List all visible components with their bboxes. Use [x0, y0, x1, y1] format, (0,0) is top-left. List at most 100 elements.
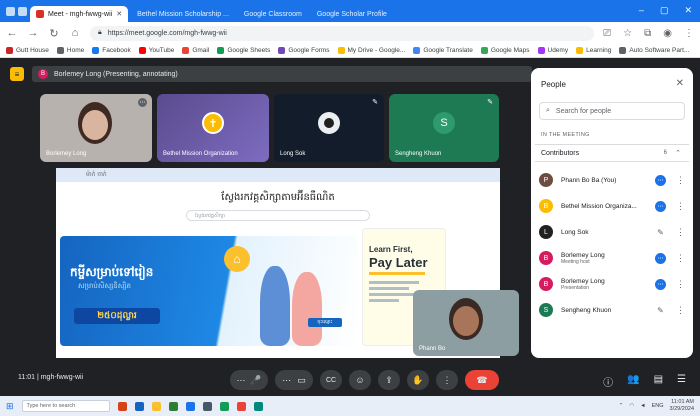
menu-icon[interactable]: ⋮: [684, 28, 694, 39]
contributors-group[interactable]: Contributors 6 ⌃: [535, 144, 689, 162]
participant-row[interactable]: B Borlemey Long Meeting host ⋯ ⋮: [539, 246, 687, 270]
bookmark-item[interactable]: Home: [56, 47, 84, 54]
participant-tile[interactable]: ⋯ Borlemey Long: [40, 94, 152, 162]
taskbar-search-input[interactable]: Type here to search: [21, 400, 110, 412]
bookmark-item[interactable]: Google Forms: [278, 47, 330, 54]
bookmark-item[interactable]: Facebook: [92, 47, 131, 54]
taskbar: ⊞ Type here to search ⌃ ◠ ◄ ENG 11:01 AM…: [0, 396, 700, 416]
cast-icon[interactable]: ⎚: [603, 28, 611, 39]
more-vert-icon[interactable]: ⋮: [676, 201, 685, 212]
taskbar-app-icon[interactable]: [117, 401, 127, 411]
star-icon[interactable]: ☆: [623, 28, 632, 39]
participant-row[interactable]: L Long Sok ✎ ⋮: [539, 220, 687, 244]
taskbar-app-icon[interactable]: [202, 401, 212, 411]
participant-face: [82, 110, 108, 140]
taskbar-app-icon[interactable]: [151, 401, 161, 411]
avatar: S: [539, 303, 553, 317]
bookmark-item[interactable]: Learning: [576, 47, 611, 54]
taskbar-app-icon[interactable]: [253, 401, 263, 411]
emoji-button[interactable]: ☺: [349, 370, 371, 390]
bookmark-item[interactable]: Gutt House: [6, 47, 49, 54]
bookmark-item[interactable]: Auto Software Part...: [619, 47, 689, 54]
bookmark-item[interactable]: Udemy: [537, 47, 568, 54]
captions-button[interactable]: CC: [320, 370, 342, 390]
bookmark-item[interactable]: My Drive - Google...: [337, 47, 405, 54]
participant-row[interactable]: P Phann Bo Ba (You) ⋯ ⋮: [539, 168, 687, 192]
taskbar-app-icon[interactable]: [168, 401, 178, 411]
people-search-input[interactable]: ⌕ Search for people: [539, 102, 685, 120]
taskbar-app-icon[interactable]: [134, 401, 144, 411]
mic-toggle-button[interactable]: ⋯ 🎤: [230, 370, 268, 390]
participant-tile[interactable]: ✎ Long Sok: [274, 94, 384, 162]
participant-row[interactable]: B Bethel Mission Organiza... ⋯ ⋮: [539, 194, 687, 218]
tab-scholar[interactable]: Google Scholar Profile: [311, 6, 393, 22]
raise-hand-button[interactable]: ✋: [407, 370, 429, 390]
reload-icon[interactable]: ↻: [48, 27, 60, 40]
volume-icon[interactable]: ◄: [640, 403, 645, 409]
extensions-icon[interactable]: ⧉: [644, 28, 651, 39]
chevron-up-icon[interactable]: ⌃: [675, 149, 681, 157]
forward-icon[interactable]: →: [27, 27, 39, 39]
slide-header: ម៉ាក់ ចាក់: [56, 168, 500, 182]
window-controls: – ▢ ✕: [639, 5, 692, 16]
camera-toggle-button[interactable]: ⋯ ▭: [275, 370, 313, 390]
profile-icon[interactable]: ◉: [663, 28, 672, 39]
present-button[interactable]: ⇪: [378, 370, 400, 390]
more-vert-icon[interactable]: ⋮: [676, 279, 685, 290]
close-window-icon[interactable]: ✕: [684, 5, 692, 16]
minimize-icon[interactable]: –: [639, 5, 644, 16]
bookmark-item[interactable]: Google Translate: [413, 47, 473, 54]
bookmark-item[interactable]: Gmail: [182, 47, 209, 54]
wifi-icon[interactable]: ◠: [629, 403, 634, 409]
tab-bethel[interactable]: Bethel Mission Scholarship ...: [131, 6, 235, 22]
more-vert-icon[interactable]: ⋮: [676, 253, 685, 264]
url-input[interactable]: 🔒︎ https://meet.google.com/mgh-fwwg-wii: [90, 25, 595, 41]
slide-search-input: ស្វែងរកវគ្គសិក្សា: [186, 210, 370, 221]
hand-icon: ✋: [412, 374, 424, 385]
tab-meet[interactable]: Meet - mgh-fwwg-wii ✕: [30, 6, 129, 22]
activities-icon[interactable]: ☰: [677, 374, 686, 389]
taskbar-app-icon[interactable]: [219, 401, 229, 411]
more-options-icon[interactable]: ⋯: [138, 98, 147, 107]
info-icon[interactable]: ⓘ: [603, 374, 613, 389]
emoji-icon: ☺: [355, 375, 365, 385]
people-icon[interactable]: 👥: [627, 374, 639, 389]
back-icon[interactable]: ←: [6, 27, 18, 39]
present-icon: ⇪: [385, 374, 393, 385]
self-view-tile[interactable]: Phann Bo: [413, 290, 519, 356]
windows-start-icon[interactable]: ⊞: [6, 401, 14, 412]
participant-tile[interactable]: ✝ Bethel Mission Organization: [157, 94, 269, 162]
bookmark-item[interactable]: Google Maps: [480, 47, 530, 54]
language-indicator[interactable]: ENG: [652, 403, 664, 409]
close-icon[interactable]: ✕: [116, 10, 122, 18]
tab-classroom[interactable]: Google Classroom: [238, 6, 308, 22]
tab-search-icon[interactable]: [18, 6, 27, 16]
participant-row[interactable]: S Sengheng Khuon ✎ ⋮: [539, 298, 687, 322]
chevron-up-icon[interactable]: ⌃: [619, 403, 624, 409]
participant-row[interactable]: B Borlemey Long Presentation ⋯ ⋮: [539, 272, 687, 296]
more-vert-icon[interactable]: ⋮: [676, 305, 685, 316]
home-icon[interactable]: ⌂: [69, 27, 81, 39]
bookmark-item[interactable]: YouTube: [138, 47, 174, 54]
bookmark-item[interactable]: Google Sheets: [217, 47, 270, 54]
participant-count: 6: [663, 150, 667, 156]
window-menu-icon[interactable]: [6, 6, 15, 16]
end-call-button[interactable]: ☎: [465, 370, 499, 390]
loan-banner: ⌂ កម្ចីសម្រាប់ទៅរៀន សម្រាប់សិស្សនិស្សិត …: [60, 236, 358, 346]
mic-off-icon: ✎: [487, 99, 493, 106]
taskbar-clock[interactable]: 11:01 AM 3/29/2024: [670, 399, 694, 413]
taskbar-app-icon[interactable]: [185, 401, 195, 411]
more-vert-icon[interactable]: ⋮: [676, 175, 685, 186]
search-icon: ⌕: [546, 107, 550, 114]
close-icon[interactable]: ✕: [676, 78, 684, 89]
register-button: ចុះឈ្មោះ: [308, 318, 342, 327]
address-bar: ← → ↻ ⌂ 🔒︎ https://meet.google.com/mgh-f…: [0, 22, 700, 44]
taskbar-app-icon[interactable]: [236, 401, 246, 411]
participant-tile[interactable]: S ✎ Sengheng Khuon: [389, 94, 499, 162]
toolbar-icons: ⎚ ☆ ⧉ ◉ ⋮: [603, 28, 694, 39]
more-vert-icon[interactable]: ⋮: [676, 227, 685, 238]
chat-icon[interactable]: ▤: [654, 374, 663, 389]
camera-icon: ▭: [297, 374, 306, 385]
more-options-button[interactable]: ⋮: [436, 370, 458, 390]
maximize-icon[interactable]: ▢: [660, 5, 669, 16]
